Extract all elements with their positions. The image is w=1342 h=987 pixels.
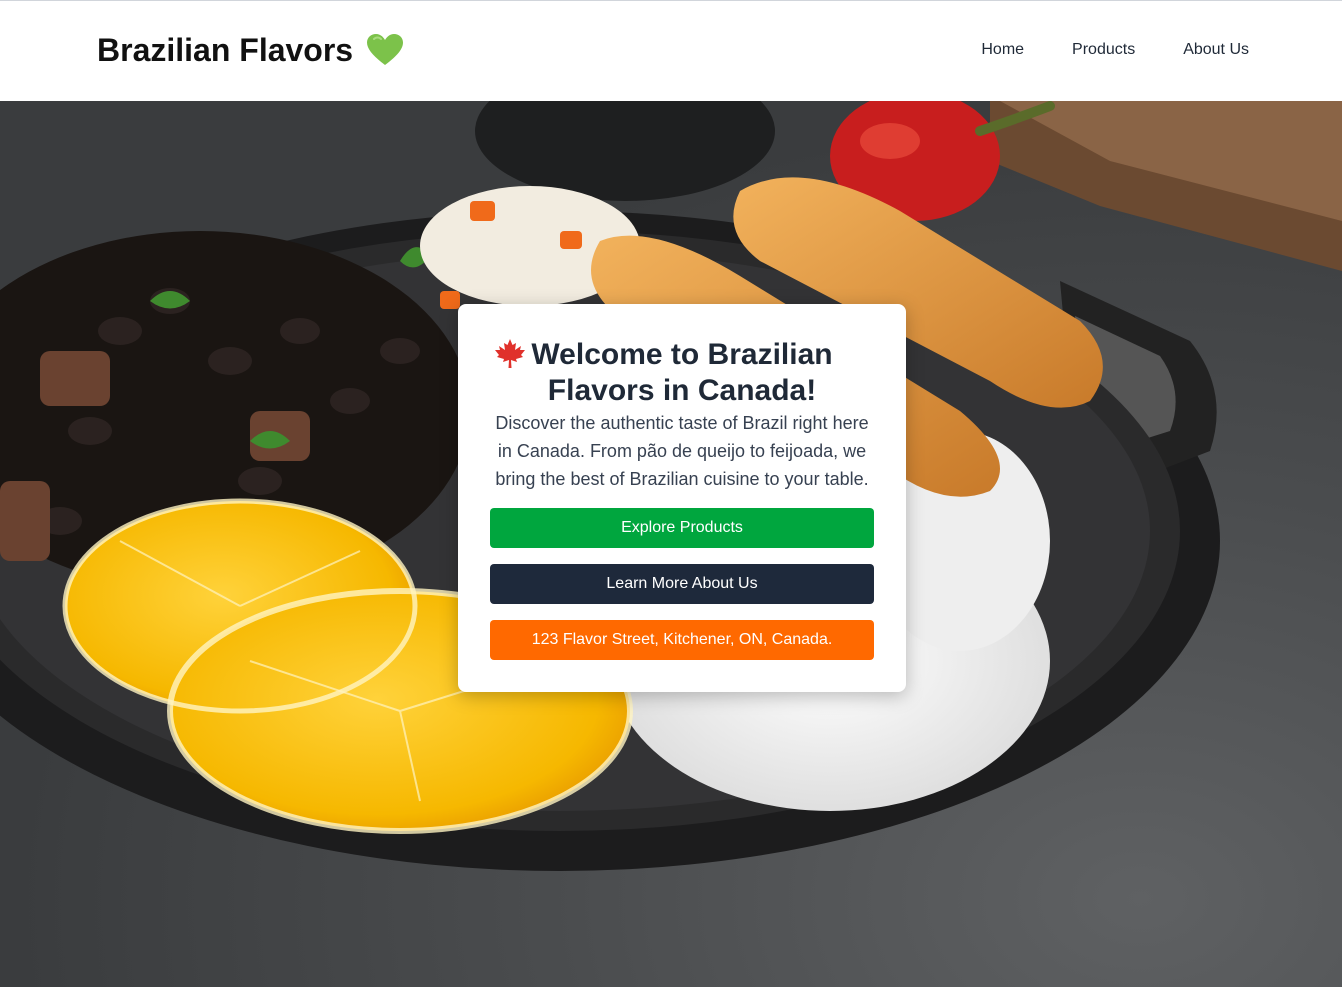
nav-home[interactable]: Home <box>981 41 1024 59</box>
maple-leaf-icon <box>495 339 525 368</box>
green-heart-icon <box>366 33 404 75</box>
main-nav: Home Products About Us <box>981 41 1249 59</box>
welcome-description: Discover the authentic taste of Brazil r… <box>495 413 869 489</box>
welcome-card: Welcome to Brazilian Flavors in Canada! … <box>458 304 906 692</box>
nav-products[interactable]: Products <box>1072 41 1135 59</box>
learn-more-button[interactable]: Learn More About Us <box>490 564 874 604</box>
nav-about-us[interactable]: About Us <box>1183 41 1249 59</box>
welcome-title: Welcome to Brazilian Flavors in Canada! <box>488 337 876 409</box>
site-header: Brazilian Flavors Home Products About Us <box>0 0 1342 101</box>
brand-name: Brazilian Flavors <box>97 32 354 68</box>
address-button[interactable]: 123 Flavor Street, Kitchener, ON, Canada… <box>490 620 874 660</box>
hero-section: Welcome to Brazilian Flavors in Canada! … <box>0 101 1342 987</box>
brand-logo[interactable]: Brazilian Flavors <box>97 32 404 75</box>
explore-products-button[interactable]: Explore Products <box>490 508 874 548</box>
